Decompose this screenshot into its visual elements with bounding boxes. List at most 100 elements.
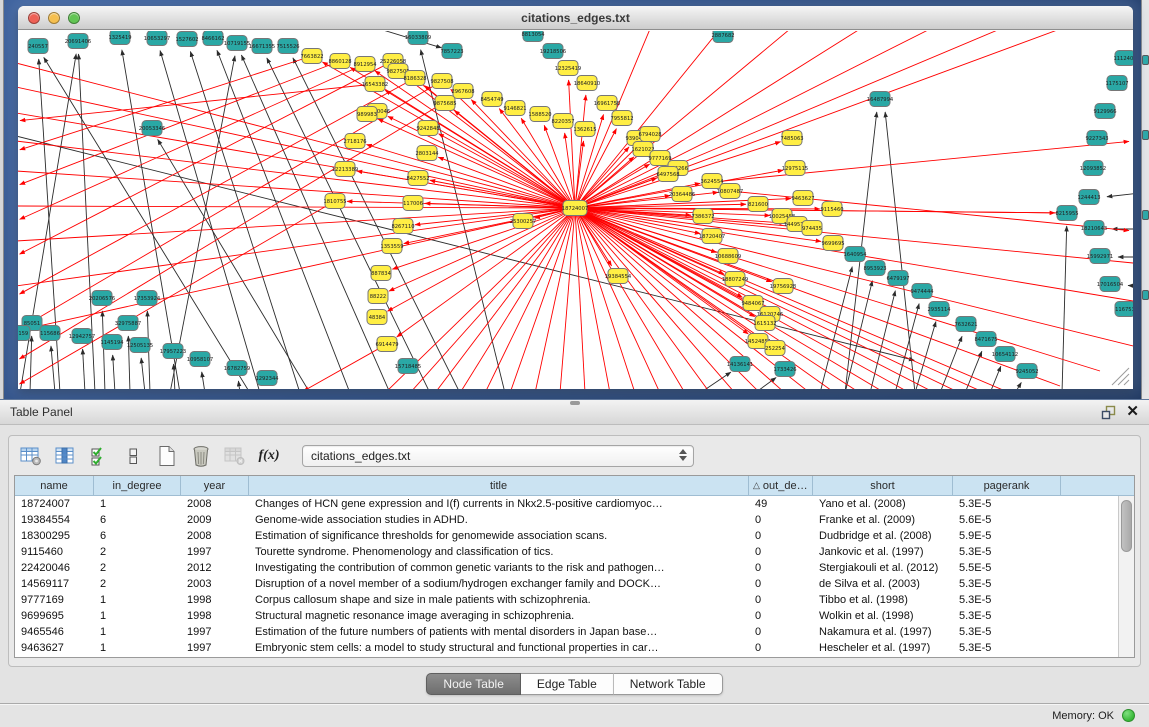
graph-node-label: 240557 <box>28 44 48 50</box>
graph-node-label: 20053346 <box>139 126 165 132</box>
cell-pagerank: 5.6E-5 <box>953 512 1061 528</box>
cell-title: Disruption of a novel member of a sodium… <box>249 576 749 592</box>
graph-nodes: 2405572069140613254191065329715276028466… <box>18 31 1133 386</box>
tab-network-table[interactable]: Network Table <box>614 673 723 695</box>
table-row[interactable]: 1456911722003Disruption of a novel membe… <box>15 576 1118 592</box>
column-header-short[interactable]: short <box>813 476 953 496</box>
background-graph-node <box>1142 290 1149 300</box>
cell-title: Genome-wide association studies in ADHD. <box>249 512 749 528</box>
table-panel: Table Panel ✕ f(x)citations_edges.txt na… <box>0 399 1149 703</box>
table-scrollbar-thumb[interactable] <box>1121 500 1132 552</box>
cell-name: 14569117 <box>15 576 94 592</box>
cell-year: 1997 <box>181 640 249 656</box>
graph-node-label: 7632621 <box>954 322 977 328</box>
graph-node-label: 2935114 <box>927 307 951 313</box>
graph-node-label: 8454749 <box>480 97 503 103</box>
background-window-right-edge <box>1141 0 1149 399</box>
function-builder-icon[interactable]: f(x) <box>258 445 280 467</box>
graph-node-label: 8466162 <box>201 36 224 42</box>
sort-ascending-icon: △ <box>753 480 760 491</box>
graph-node-label: 10653297 <box>144 36 170 42</box>
cell-out_degree: 0 <box>749 592 813 608</box>
canvas-resize-grip[interactable] <box>1112 368 1129 385</box>
close-panel-icon[interactable]: ✕ <box>1126 404 1139 420</box>
graph-node-label: 1362615 <box>573 127 596 133</box>
table-settings-icon[interactable] <box>20 445 42 467</box>
graph-node-label: 10958107 <box>187 357 213 363</box>
window-titlebar[interactable]: citations_edges.txt <box>18 6 1133 30</box>
table-row[interactable]: 2242004622012Investigating the contribut… <box>15 560 1118 576</box>
cell-in_degree: 1 <box>94 496 181 512</box>
tab-edge-table[interactable]: Edge Table <box>521 673 614 695</box>
trash-icon[interactable] <box>190 445 212 467</box>
table-row[interactable]: 946554611997Estimation of the future num… <box>15 624 1118 640</box>
function-builder-glyph: f(x) <box>259 448 280 464</box>
delete-table-icon <box>224 445 246 467</box>
panel-splitter-handle[interactable] <box>570 401 580 405</box>
cell-name: 19384554 <box>15 512 94 528</box>
cell-pagerank: 5.3E-5 <box>953 592 1061 608</box>
graph-node-label: 14136141 <box>727 362 753 368</box>
graph-node-label: 25300257 <box>510 219 536 225</box>
graph-node-label: 18720407 <box>699 234 725 240</box>
graph-node-label: 12505135 <box>127 343 153 349</box>
table-selector-dropdown[interactable]: citations_edges.txt <box>302 445 694 467</box>
rows-icon[interactable] <box>122 445 144 467</box>
column-select-icon[interactable] <box>54 445 76 467</box>
cell-in_degree: 1 <box>94 608 181 624</box>
column-header-title[interactable]: title <box>249 476 749 496</box>
table-row[interactable]: 1938455462009Genome-wide association stu… <box>15 512 1118 528</box>
network-canvas[interactable]: 2405572069140613254191065329715276028466… <box>18 31 1133 389</box>
graph-node-label: 16543382 <box>362 82 388 88</box>
table-row[interactable]: 1830029562008Estimation of significance … <box>15 528 1118 544</box>
column-header-year[interactable]: year <box>181 476 249 496</box>
graph-node-label: 48384 <box>369 315 386 321</box>
column-header-out_degree[interactable]: △out_de… <box>749 476 813 496</box>
cell-in_degree: 6 <box>94 528 181 544</box>
graph-node-label: 6479197 <box>886 276 909 282</box>
table-row[interactable]: 969969511998Structural magnetic resonanc… <box>15 608 1118 624</box>
column-header-pagerank[interactable]: pagerank <box>953 476 1061 496</box>
tab-node-table[interactable]: Node Table <box>426 673 521 695</box>
cell-title: Structural magnetic resonance image aver… <box>249 608 749 624</box>
new-document-icon[interactable] <box>156 445 178 467</box>
background-graph-node <box>1142 210 1149 220</box>
row-checkbox-icon[interactable] <box>88 445 110 467</box>
graph-node-label: 17957223 <box>160 349 186 355</box>
graph-node-label: 989983 <box>357 112 377 118</box>
graph-node-label: 17016504 <box>1097 282 1124 288</box>
table-row[interactable]: 946362711997Embryonic stem cells: a mode… <box>15 640 1118 656</box>
table-scrollbar[interactable] <box>1118 496 1134 657</box>
cell-title: Investigating the contribution of common… <box>249 560 749 576</box>
graph-node-label: 9115460 <box>820 207 843 213</box>
graph-node-label: 8427552 <box>406 176 429 182</box>
graph-node-label: 7386372 <box>691 214 714 220</box>
graph-node-label: 19756928 <box>770 284 796 290</box>
column-header-name[interactable]: name <box>15 476 94 496</box>
column-header-in_degree[interactable]: in_degree <box>94 476 181 496</box>
graph-node-label: 1175107 <box>1105 81 1128 87</box>
column-header-filler <box>1061 476 1134 496</box>
table-tabs: Node TableEdge TableNetwork Table <box>0 673 1149 695</box>
cell-pagerank: 5.3E-5 <box>953 608 1061 624</box>
graph-node-label: 1353559 <box>380 244 403 250</box>
cell-title: Estimation of the future numbers of pati… <box>249 624 749 640</box>
graph-node-label: 18724007 <box>562 206 588 212</box>
column-header-label: out_de… <box>763 480 808 492</box>
graph-node-label: 9827508 <box>430 79 453 85</box>
graph-node-label: 9484067 <box>741 301 764 307</box>
cell-name: 9465546 <box>15 624 94 640</box>
node-table: namein_degreeyeartitle△out_de…shortpager… <box>14 475 1135 658</box>
cell-name: 18300295 <box>15 528 94 544</box>
float-panel-icon[interactable] <box>1101 405 1116 420</box>
column-header-label: short <box>870 480 894 492</box>
table-body: 1872400712008Changes of HCN gene express… <box>15 496 1118 657</box>
table-row[interactable]: 911546021997Tourette syndrome. Phenomeno… <box>15 544 1118 560</box>
graph-node-label: 10719155 <box>224 41 250 47</box>
graph-node-label: 9129966 <box>1093 109 1116 115</box>
memory-status-label: Memory: OK <box>1052 710 1114 722</box>
table-row[interactable]: 977716911998Corpus callosum shape and si… <box>15 592 1118 608</box>
graph-node-label: 6497568 <box>656 172 679 178</box>
table-row[interactable]: 1872400712008Changes of HCN gene express… <box>15 496 1118 512</box>
graph-node-label: 20206576 <box>89 296 115 302</box>
